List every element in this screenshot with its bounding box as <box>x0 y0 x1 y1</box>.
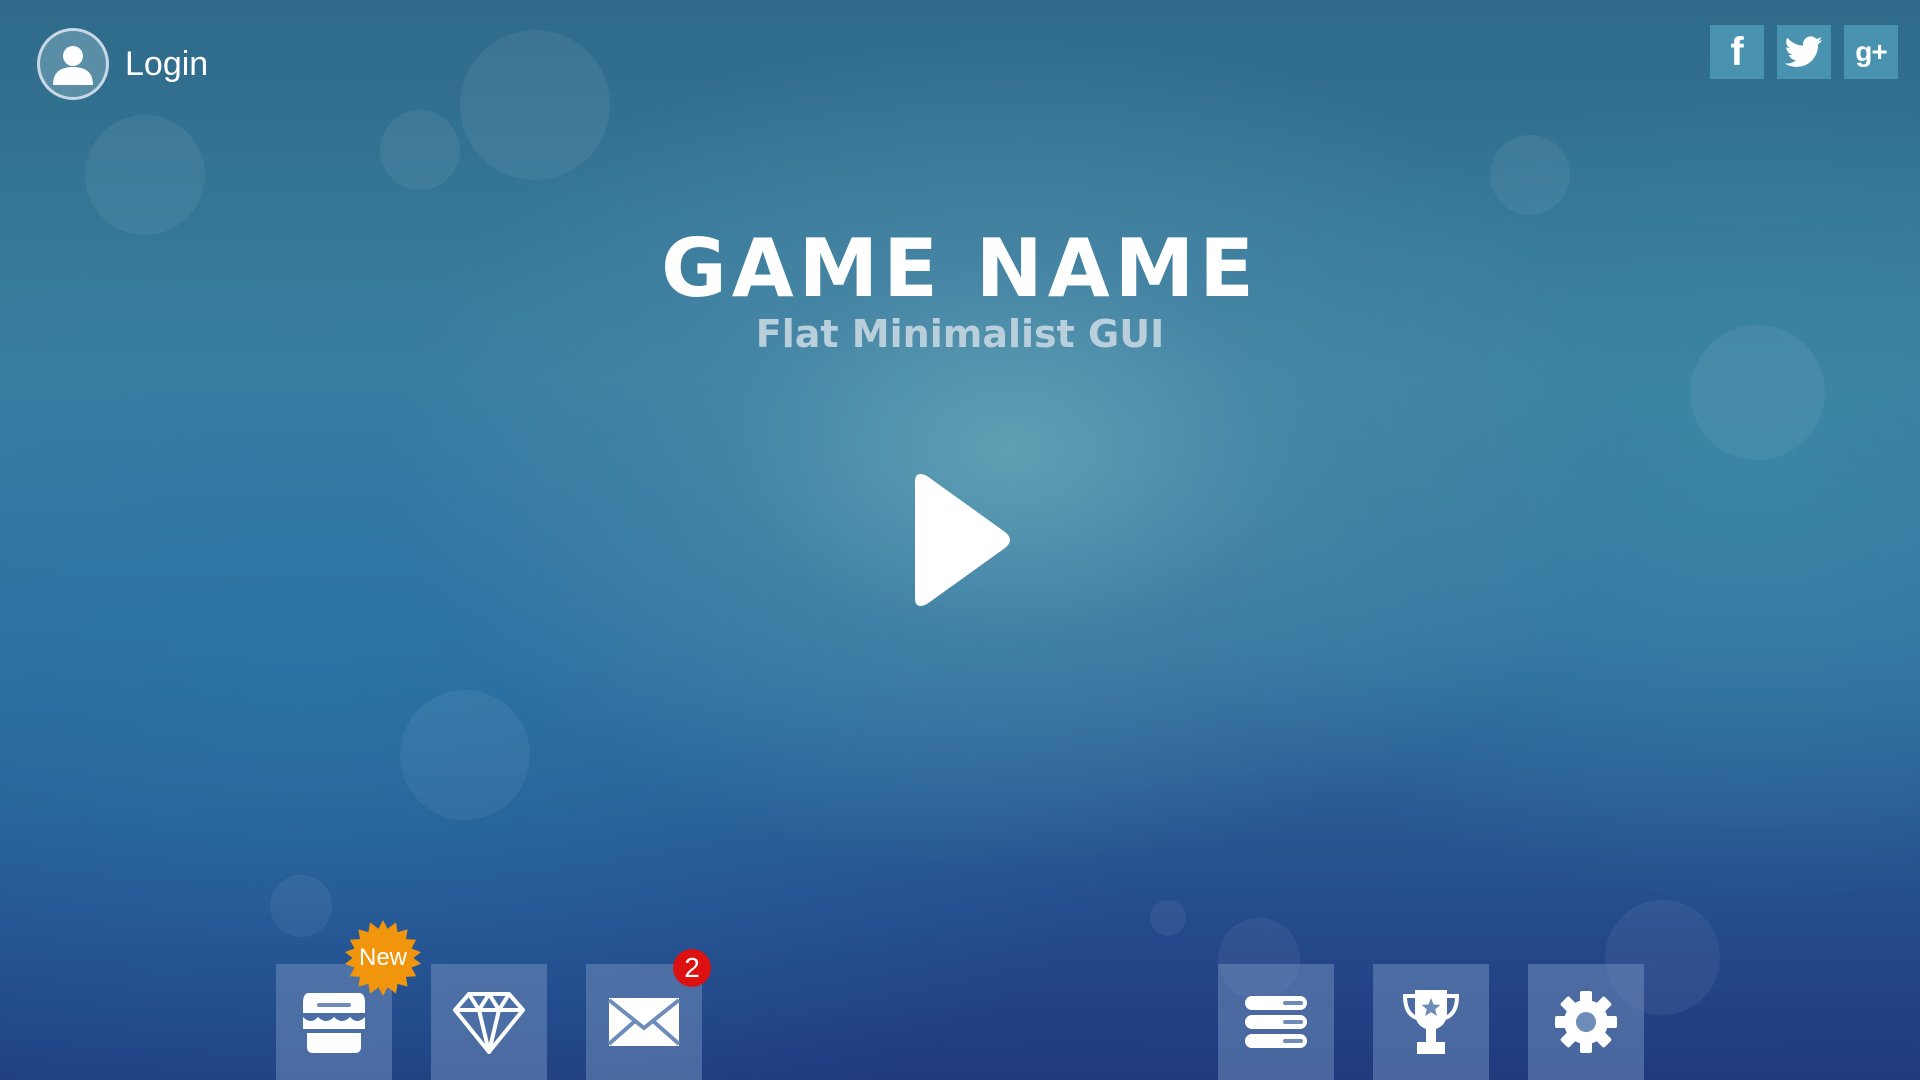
login-button[interactable]: Login <box>37 28 208 100</box>
gear-icon <box>1555 991 1617 1053</box>
game-subtitle: Flat Minimalist GUI <box>755 312 1165 356</box>
achievements-button[interactable] <box>1373 964 1489 1080</box>
facebook-icon: f <box>1730 29 1744 74</box>
login-label: Login <box>125 44 209 83</box>
twitter-button[interactable] <box>1777 25 1831 79</box>
leaderboard-button[interactable] <box>1218 964 1334 1080</box>
user-icon <box>53 46 93 85</box>
google-plus-button[interactable]: g+ <box>1844 25 1898 79</box>
mail-count-badge: 2 <box>673 949 711 987</box>
trophy-icon <box>1402 990 1460 1054</box>
google-plus-icon: g+ <box>1855 36 1887 67</box>
list-icon <box>1245 996 1307 1048</box>
settings-button[interactable] <box>1528 964 1644 1080</box>
twitter-icon <box>1785 36 1823 67</box>
diamond-icon <box>453 992 525 1054</box>
gems-button[interactable] <box>431 964 547 1080</box>
envelope-icon <box>607 998 681 1046</box>
new-badge-label: New <box>358 944 407 971</box>
avatar <box>37 28 109 100</box>
social-bar: f g+ <box>1710 25 1898 79</box>
game-title: GAME NAME <box>661 222 1259 315</box>
play-icon[interactable] <box>905 470 1015 610</box>
shop-icon <box>303 993 365 1053</box>
facebook-button[interactable]: f <box>1710 25 1764 79</box>
